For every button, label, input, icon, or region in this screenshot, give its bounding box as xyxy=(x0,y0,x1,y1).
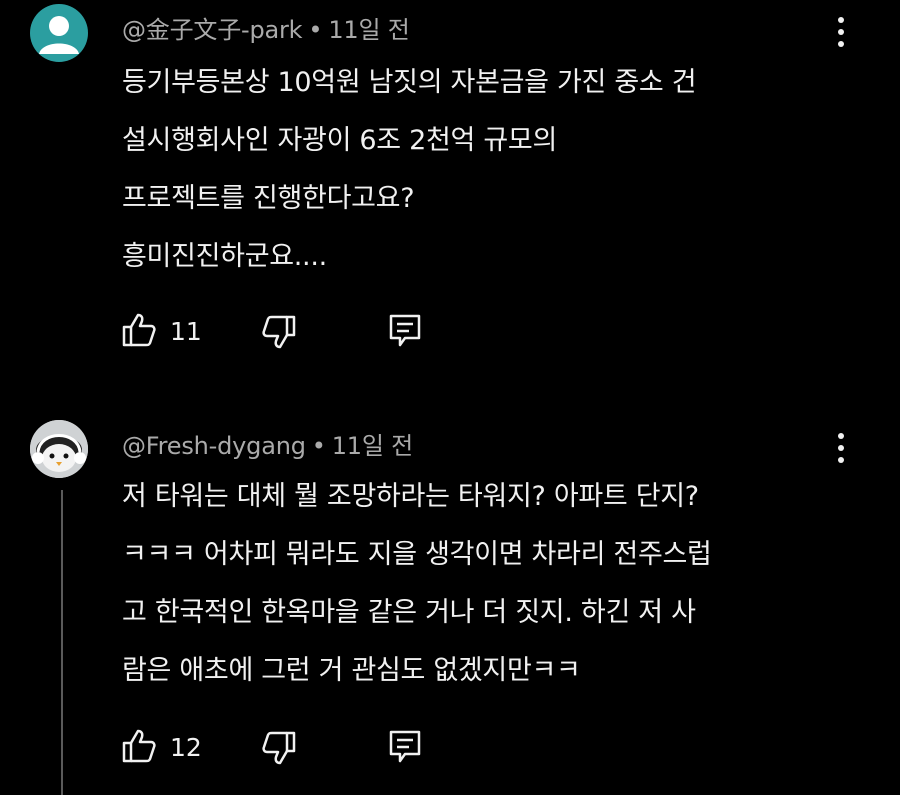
author-handle[interactable]: @金子文子-park xyxy=(122,16,303,44)
more-options-button[interactable] xyxy=(826,430,856,466)
comment-header: @Fresh-dygang • 11일 전 xyxy=(122,426,413,461)
separator: • xyxy=(311,432,326,460)
reply-thread-line xyxy=(61,490,63,795)
more-options-button[interactable] xyxy=(826,14,856,50)
default-avatar-icon xyxy=(39,16,79,54)
thumb-down-icon[interactable] xyxy=(260,729,298,767)
comment-text-line: 등기부등본상 10억원 남짓의 자본금을 가진 중소 건 xyxy=(122,67,697,98)
thumb-down-icon[interactable] xyxy=(260,313,298,351)
author-handle[interactable]: @Fresh-dygang xyxy=(122,432,306,460)
avatar[interactable] xyxy=(30,420,88,478)
avatar-image xyxy=(30,420,88,478)
thumb-up-icon[interactable] xyxy=(120,311,158,349)
comment-text-line: ㅋㅋㅋ 어차피 뭐라도 지을 생각이면 차라리 전주스럽 xyxy=(122,539,712,570)
reply-icon[interactable] xyxy=(387,728,423,764)
comment-text-line: 고 한국적인 한옥마을 같은 거나 더 짓지. 하긴 저 사 xyxy=(122,597,696,628)
comment-text-line: 저 타워는 대체 뭘 조망하라는 타워지? 아파트 단지? xyxy=(122,481,699,512)
thumb-up-icon[interactable] xyxy=(120,727,158,765)
separator: • xyxy=(308,16,323,44)
avatar[interactable] xyxy=(30,4,88,62)
comment-text-line: 설시행회사인 자광이 6조 2천억 규모의 xyxy=(122,125,557,156)
comment-text-line: 람은 애초에 그런 거 관심도 없겠지만ㅋㅋ xyxy=(122,655,581,686)
reply-icon[interactable] xyxy=(387,312,423,348)
comment-header: @金子文子-park • 11일 전 xyxy=(122,10,410,45)
comment-time[interactable]: 11일 전 xyxy=(328,16,410,44)
like-count: 12 xyxy=(170,733,202,762)
comment-time[interactable]: 11일 전 xyxy=(332,432,414,460)
comment-text-line: 흥미진진하군요.... xyxy=(122,241,327,272)
like-count: 11 xyxy=(170,317,202,346)
comment-text-line: 프로젝트를 진행한다고요? xyxy=(122,183,415,214)
